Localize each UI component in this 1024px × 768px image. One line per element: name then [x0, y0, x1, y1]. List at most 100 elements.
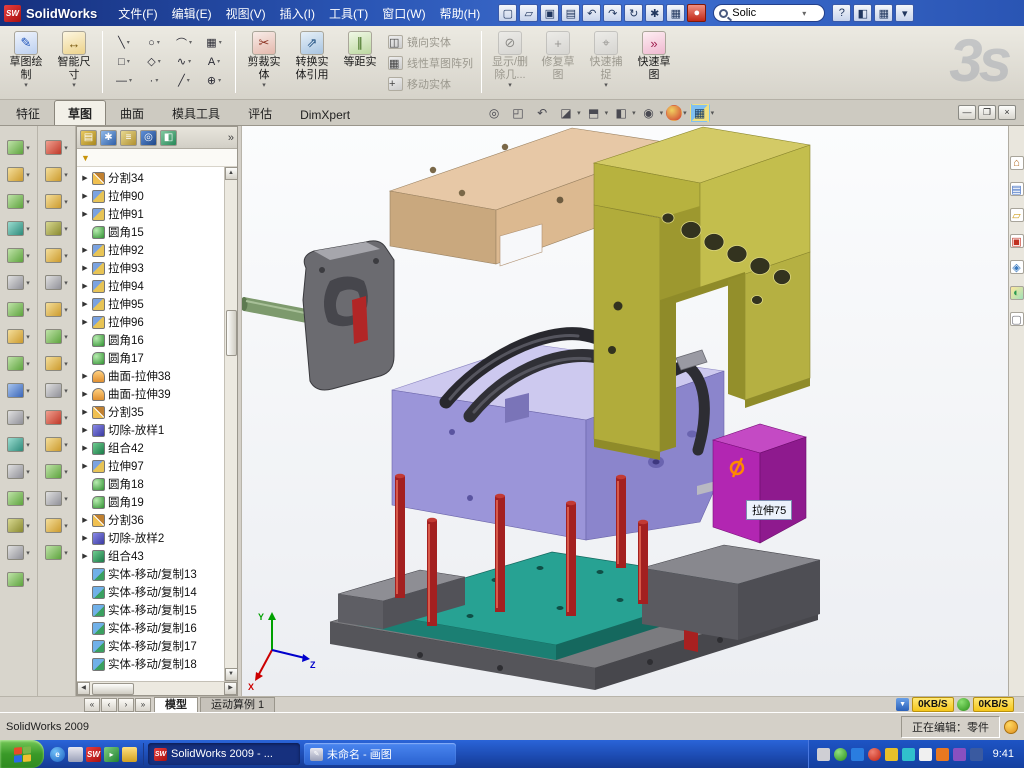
toolbar-icon[interactable]: ▦	[666, 4, 685, 22]
expand-arrow-icon[interactable]: ▶	[81, 174, 89, 182]
expand-arrow-icon[interactable]: ▶	[81, 552, 89, 560]
view-tool-icon[interactable]: ◉	[639, 104, 659, 122]
tray-icon[interactable]	[902, 748, 915, 761]
view-tool-icon[interactable]: ↶	[532, 104, 552, 122]
dropdown-arrow-icon[interactable]: ▾	[64, 549, 68, 557]
expand-arrow-icon[interactable]: ▶	[81, 282, 89, 290]
dropdown-arrow-icon[interactable]: ▾	[64, 306, 68, 314]
dropdown-arrow-icon[interactable]: ▾	[64, 279, 68, 287]
search-caret-icon[interactable]: ▾	[802, 9, 806, 18]
window-control-button[interactable]: ❐	[978, 105, 996, 120]
toolbar-tool[interactable]: ▾	[7, 431, 30, 458]
expand-arrow-icon[interactable]: ▶	[81, 246, 89, 254]
window-control-button[interactable]: —	[958, 105, 976, 120]
toolbar-tool[interactable]: ▾	[7, 323, 30, 350]
toolbar-tool[interactable]: ▾	[45, 485, 68, 512]
command-button[interactable]: 快速草 图	[630, 29, 678, 89]
feature-tree-item[interactable]: ▶ 组合43	[81, 547, 237, 565]
dropdown-arrow-icon[interactable]: ▾	[64, 360, 68, 368]
dropdown-arrow-icon[interactable]: ▾	[486, 82, 534, 89]
feature-tree-item[interactable]: ▶ 分割35	[81, 403, 237, 421]
dropdown-arrow-icon[interactable]: ▾	[26, 576, 30, 584]
expand-arrow-icon[interactable]: ▶	[81, 318, 89, 326]
feature-tree-item[interactable]: ▶ 曲面-拉伸39	[81, 385, 237, 403]
taskbar-task-button[interactable]: ✎ 未命名 - 画图	[304, 743, 456, 765]
feature-tree-item[interactable]: ▶ 圆角17	[81, 349, 237, 367]
scrollbar-thumb[interactable]	[226, 310, 237, 356]
scroll-left-button[interactable]: ◀	[77, 682, 90, 695]
toolbar-tool[interactable]: ▾	[7, 404, 30, 431]
scroll-down-button[interactable]: ▼	[225, 668, 238, 681]
toolbar-icon[interactable]: ↷	[603, 4, 622, 22]
view-tool-icon[interactable]: ⬒	[584, 104, 604, 122]
dropdown-arrow-icon[interactable]: ▾	[64, 387, 68, 395]
panel-tab[interactable]: ▤	[80, 130, 97, 146]
toolbar-tool[interactable]: ▾	[45, 404, 68, 431]
dropdown-arrow-icon[interactable]: ▾	[64, 333, 68, 341]
task-pane-tab-icon[interactable]: ▤	[1010, 182, 1024, 196]
command-button[interactable]: 修复草 图	[534, 29, 582, 89]
dropdown-arrow-icon[interactable]: ▾	[64, 171, 68, 179]
taskbar-task-button[interactable]: SW SolidWorks 2009 - ...	[148, 743, 300, 765]
titlebar-icon[interactable]: ▦	[874, 4, 893, 22]
task-pane-tab-icon[interactable]: ▱	[1010, 208, 1024, 222]
feature-tree-item[interactable]: ▶ 实体-移动/复制13	[81, 565, 237, 583]
expand-arrow-icon[interactable]: ▶	[81, 516, 89, 524]
feature-tree-item[interactable]: ▶ 实体-移动/复制14	[81, 583, 237, 601]
toolbar-tool[interactable]: ▾	[7, 350, 30, 377]
dropdown-arrow-icon[interactable]: ▾	[582, 82, 630, 89]
toolbar-tool[interactable]: ▾	[45, 134, 68, 161]
toolbar-tool[interactable]: ▾	[45, 512, 68, 539]
dropdown-arrow-icon[interactable]: ▾	[26, 333, 30, 341]
view-tool-icon[interactable]: ◎	[484, 104, 504, 122]
toolbar-tool[interactable]: ▾	[45, 242, 68, 269]
menu-item[interactable]: 工具(T)	[322, 1, 375, 26]
task-pane-tab-icon[interactable]: ◈	[1010, 260, 1024, 274]
tab-nav-button[interactable]: ‹	[101, 698, 117, 712]
panel-tab[interactable]: ◧	[160, 130, 177, 146]
feature-tree-item[interactable]: ▶ 切除-放样1	[81, 421, 237, 439]
feature-tree-item[interactable]: ▶ 拉伸97	[81, 457, 237, 475]
quick-tips-icon[interactable]	[1004, 720, 1018, 734]
dropdown-arrow-icon[interactable]: ▾	[64, 495, 68, 503]
expand-arrow-icon[interactable]: ▶	[81, 264, 89, 272]
sketch-entity-icon[interactable]: ╲▾	[109, 33, 139, 52]
side-block-part[interactable]	[713, 424, 806, 543]
search-input[interactable]	[732, 7, 802, 19]
dropdown-arrow-icon[interactable]: ▾	[64, 468, 68, 476]
command-button[interactable]: 线性草图阵列	[388, 52, 473, 73]
toolbar-tool[interactable]: ▾	[7, 161, 30, 188]
sketch-entity-icon[interactable]: ◇▾	[139, 52, 169, 71]
window-control-button[interactable]: ×	[998, 105, 1016, 120]
toolbar-tool[interactable]: ▾	[45, 323, 68, 350]
quick-launch-icon[interactable]: SW	[86, 747, 101, 762]
dropdown-arrow-icon[interactable]: ▾	[26, 468, 30, 476]
feature-tree-item[interactable]: ▶ 曲面-拉伸38	[81, 367, 237, 385]
toolbar-tool[interactable]: ▾	[7, 269, 30, 296]
dropdown-arrow-icon[interactable]: ▾	[26, 387, 30, 395]
task-pane-tab-icon[interactable]: ▢	[1010, 312, 1024, 326]
feature-tree-item[interactable]: ▶ 分割34	[81, 169, 237, 187]
feature-tree-item[interactable]: ▶ 圆角18	[81, 475, 237, 493]
command-button[interactable]: 移动实体	[388, 73, 473, 94]
feature-tree-item[interactable]: ▶ 圆角16	[81, 331, 237, 349]
clamp-part[interactable]	[242, 241, 394, 390]
feature-tree-item[interactable]: ▶ 圆角19	[81, 493, 237, 511]
toolbar-tool[interactable]: ▾	[7, 134, 30, 161]
tray-icon[interactable]	[953, 748, 966, 761]
dropdown-arrow-icon[interactable]: ▾	[26, 549, 30, 557]
toolbar-tool[interactable]: ▾	[7, 242, 30, 269]
tab-nav-button[interactable]: «	[84, 698, 100, 712]
quick-launch-icon[interactable]	[68, 747, 83, 762]
feature-tree-item[interactable]: ▶ 圆角15	[81, 223, 237, 241]
toolbar-tool[interactable]: ▾	[7, 566, 30, 593]
toolbar-icon[interactable]: ●	[687, 4, 706, 22]
tray-icon[interactable]	[970, 748, 983, 761]
dropdown-arrow-icon[interactable]: ▾	[26, 306, 30, 314]
tray-icon[interactable]	[817, 748, 830, 761]
tree-horizontal-scrollbar[interactable]: ◀ ▶	[77, 681, 237, 695]
dropdown-arrow-icon[interactable]: ▾	[26, 252, 30, 260]
command-button[interactable]: 草图绘 制 ▾	[2, 29, 50, 89]
dropdown-arrow-icon[interactable]: ▾	[2, 82, 50, 89]
scroll-up-button[interactable]: ▲	[225, 167, 238, 180]
